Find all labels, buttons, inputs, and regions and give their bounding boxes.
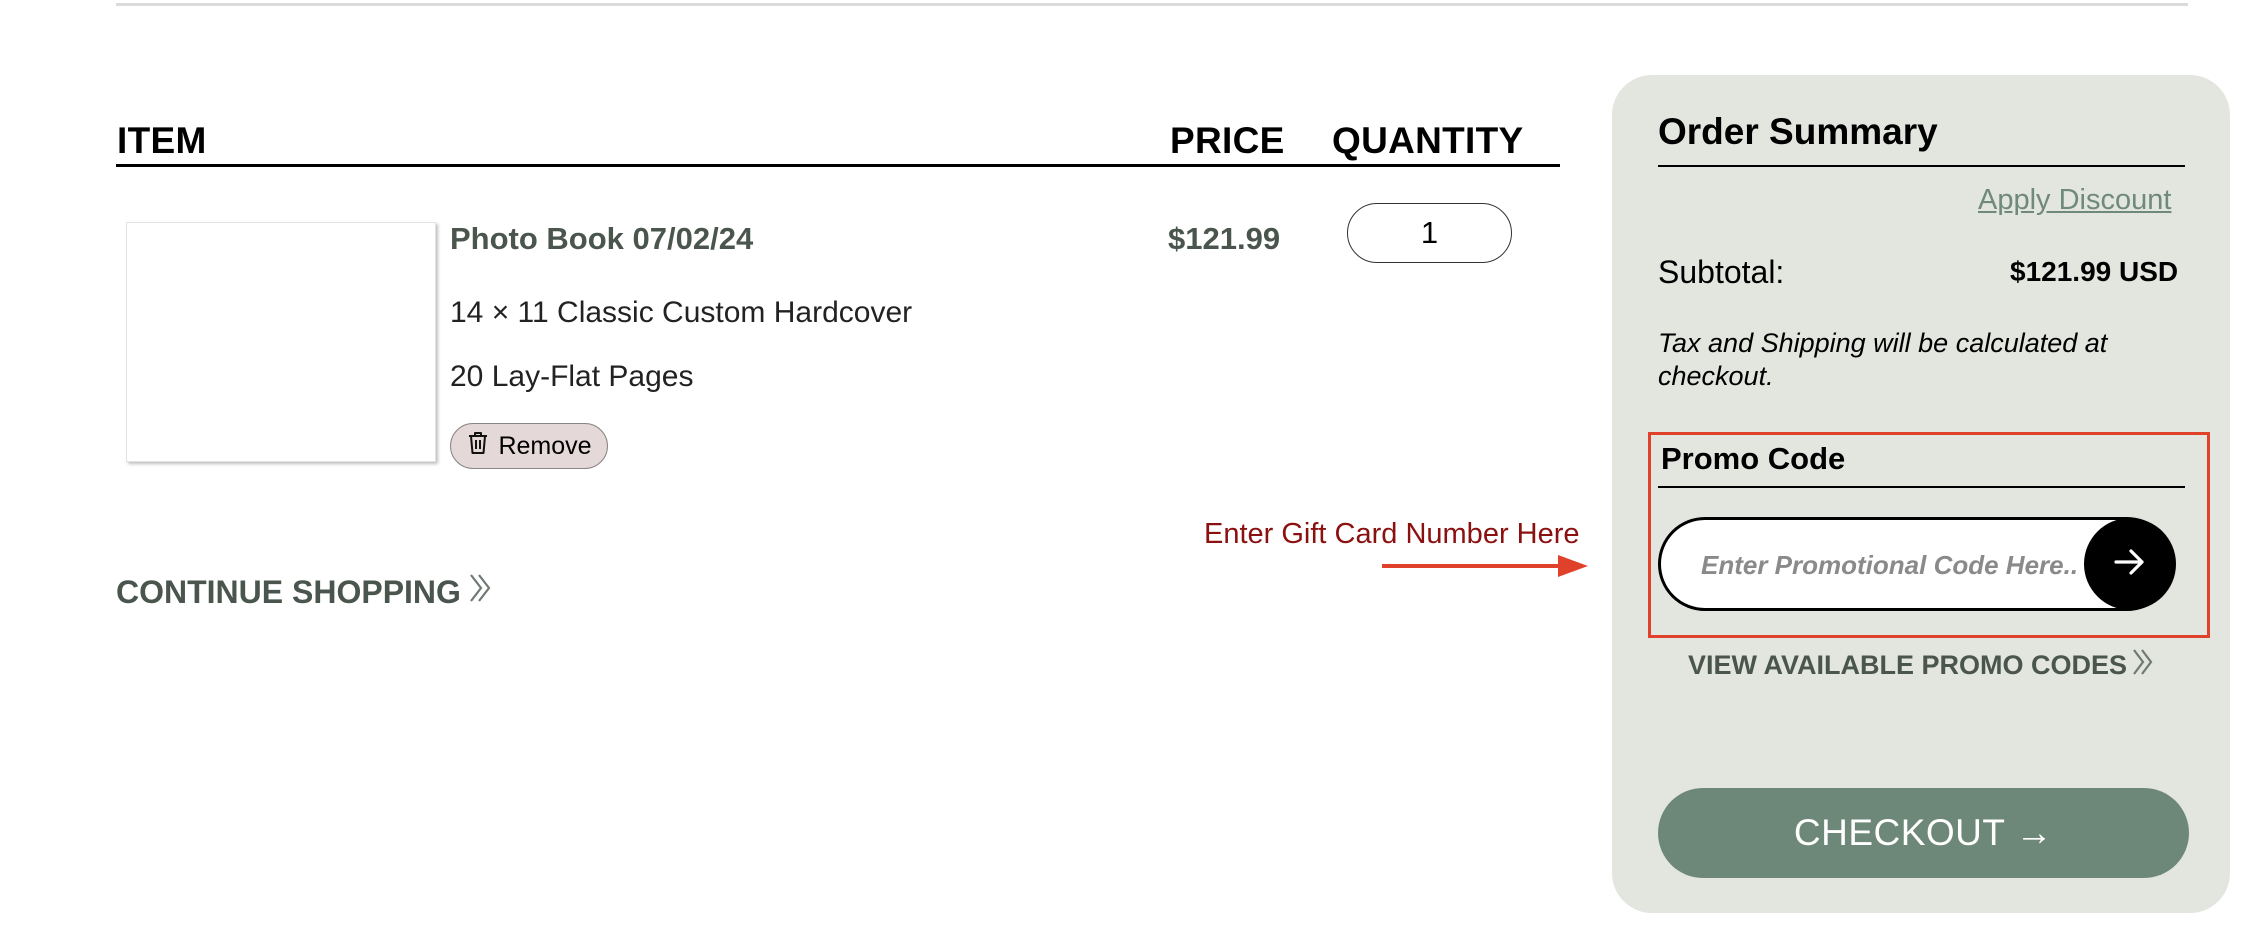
apply-discount-link[interactable]: Apply Discount [1978,184,2171,217]
header-divider [116,164,1560,167]
continue-shopping-label: CONTINUE SHOPPING [116,573,461,610]
promo-code-divider [1658,486,2185,488]
product-title[interactable]: Photo Book 07/02/24 [450,221,753,257]
quantity-column-header: QUANTITY [1332,120,1524,161]
order-summary-title: Order Summary [1658,111,1938,152]
promo-code-input[interactable] [1699,544,2083,586]
gift-card-annotation: Enter Gift Card Number Here [1204,518,1580,550]
arrow-right-icon [2113,547,2147,582]
annotation-arrow-icon [1382,555,1588,582]
quantity-input[interactable]: 1 [1347,203,1512,263]
order-summary-divider [1658,165,2185,167]
subtotal-label: Subtotal: [1658,254,1785,290]
continue-shopping-link[interactable]: CONTINUE SHOPPING [116,572,493,612]
checkout-button[interactable]: CHECKOUT → [1658,788,2189,878]
double-chevron-right-icon [467,572,493,612]
top-divider [116,3,2188,6]
subtotal-value: $121.99 USD [2010,256,2179,287]
promo-code-title: Promo Code [1661,441,1846,476]
product-pages: 20 Lay-Flat Pages [450,360,694,393]
price-column-header: PRICE [1170,120,1285,161]
product-size: 14 × 11 Classic Custom Hardcover [450,296,913,329]
product-thumbnail[interactable] [126,222,436,462]
apply-promo-button[interactable] [2084,518,2176,610]
view-promo-codes-link[interactable]: VIEW AVAILABLE PROMO CODES [1688,647,2155,684]
remove-button[interactable]: Remove [450,423,608,469]
double-chevron-right-icon [2131,647,2155,684]
checkout-label: CHECKOUT → [1793,812,2054,853]
view-promo-codes-label: VIEW AVAILABLE PROMO CODES [1688,650,2128,680]
item-price: $121.99 [1168,221,1281,256]
trash-icon [466,430,490,463]
tax-shipping-note: Tax and Shipping will be calculated at c… [1658,328,2108,391]
item-column-header: ITEM [117,120,207,161]
remove-label: Remove [498,431,592,460]
